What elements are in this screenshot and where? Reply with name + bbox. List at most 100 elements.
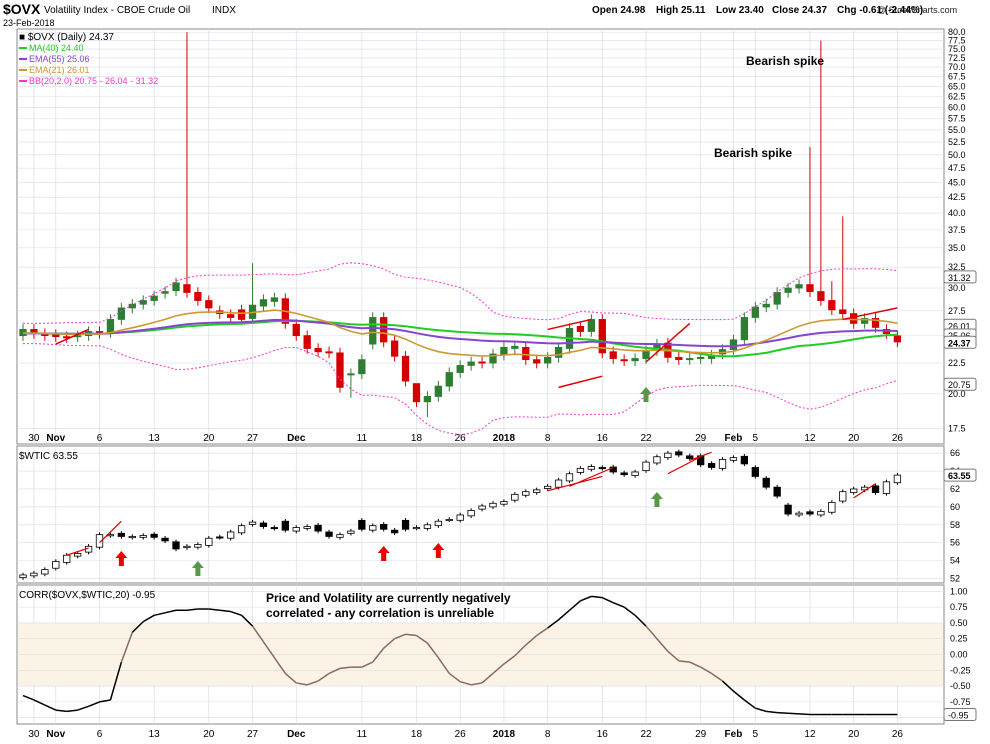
ovx-candle — [237, 309, 246, 320]
x-tick-label: 20 — [848, 433, 860, 444]
wtic-candle — [653, 456, 661, 464]
ovx-candle — [533, 359, 541, 364]
x-tick-label: 13 — [149, 729, 161, 740]
ovx-candle — [773, 292, 781, 305]
x-tick-label: 20 — [848, 729, 860, 740]
x-tick-label: 12 — [804, 433, 816, 444]
wtic-candle — [325, 531, 333, 537]
y-tick-label: 0.75 — [950, 602, 968, 612]
y-tick-label: 35.0 — [948, 243, 966, 253]
wtic-candle — [565, 473, 574, 482]
ohlc-low: Low 23.40 — [716, 5, 764, 16]
x-tick-label: 5 — [753, 433, 759, 444]
legend-entry: BB(20,2.0) 20.75 - 26.04 - 31.32 — [29, 76, 158, 86]
y-tick-label: 22.5 — [948, 358, 966, 368]
x-tick-label: Dec — [287, 729, 306, 740]
wtic-candle — [543, 485, 552, 489]
ovx-candle — [839, 309, 847, 315]
price-panel-frame — [16, 28, 945, 445]
wtic-candle — [522, 491, 530, 496]
y-tick-label: 42.5 — [948, 192, 966, 202]
ovx-candle — [500, 346, 508, 356]
corr-line-segment — [788, 712, 800, 715]
ovx-candle — [828, 300, 836, 311]
ovx-candle — [270, 297, 279, 302]
wtic-candle — [19, 574, 27, 579]
y-tick-label: 52.5 — [948, 137, 966, 147]
annotation-bearish-spike: Bearish spike — [746, 54, 824, 68]
y-tick-label: 0.50 — [950, 618, 968, 628]
x-tick-label: 20 — [203, 729, 215, 740]
ovx-candle — [292, 323, 300, 337]
wtic-candle — [795, 512, 803, 516]
ovx-candle — [358, 359, 366, 375]
y-tick-label: 47.5 — [948, 163, 966, 173]
x-tick-label: 6 — [97, 433, 103, 444]
y-tick-label: 65.0 — [948, 81, 966, 91]
y-tick-label: 17.5 — [948, 424, 966, 434]
ovx-candle — [609, 351, 617, 359]
wtic-panel-frame — [16, 445, 945, 584]
wtic-candle — [303, 526, 311, 529]
corr-line-segment — [777, 711, 789, 715]
corr-title: CORR($OVX,$WTIC,20) -0.95 — [19, 590, 156, 601]
ovx-candle — [522, 346, 530, 361]
y-tick-label: 60.0 — [948, 102, 966, 112]
legend-entry: EMA(55) 25.06 — [29, 54, 90, 64]
y-tick-label: 62 — [950, 484, 960, 494]
ovx-candle — [380, 317, 388, 343]
wtic-candle — [806, 511, 814, 515]
x-tick-label: 27 — [247, 729, 259, 740]
y-tick-label: 57.5 — [948, 113, 966, 123]
corr-line-segment — [798, 713, 811, 716]
y-tick-label: 52 — [950, 574, 960, 584]
wtic-candle — [631, 471, 639, 476]
exchange-label: INDX — [212, 5, 236, 16]
x-tick-label: 27 — [247, 433, 259, 444]
wtic-candle — [839, 491, 847, 502]
price-flag-label: -0.95 — [948, 711, 969, 721]
wtic-candle — [751, 467, 759, 477]
wtic-candle — [893, 474, 902, 484]
wtic-candle — [314, 524, 322, 532]
wtic-candle — [533, 489, 541, 493]
wtic-candle — [773, 486, 781, 497]
wtic-candle — [707, 463, 716, 468]
ovx-candle — [511, 345, 519, 349]
y-tick-label: 72.5 — [948, 53, 966, 63]
ovx-candle — [183, 284, 191, 293]
wtic-candle — [686, 455, 694, 459]
chart-date: 23-Feb-2018 — [3, 18, 55, 28]
wtic-candle — [281, 520, 289, 531]
wtic-candle — [248, 521, 257, 525]
wtic-candle — [576, 467, 585, 473]
ovx-candle — [314, 348, 322, 353]
wtic-candle — [675, 451, 683, 456]
wtic-candle — [172, 541, 180, 550]
ovx-candle — [620, 359, 628, 362]
wtic-candle — [216, 536, 224, 539]
wtic-candle — [784, 504, 792, 515]
ovx-candle — [106, 319, 115, 333]
ovx-candle — [675, 356, 683, 361]
wtic-candle — [554, 479, 563, 488]
ovx-candle — [205, 300, 213, 309]
ovx-candle — [817, 291, 825, 301]
y-tick-label: 30.0 — [948, 283, 966, 293]
x-tick-label: 29 — [695, 729, 707, 740]
ovx-candle — [686, 358, 694, 361]
y-tick-label: -0.75 — [950, 697, 971, 707]
x-tick-label: 2018 — [493, 729, 516, 740]
x-tick-label: 26 — [455, 729, 467, 740]
ovx-candle — [336, 352, 344, 388]
x-tick-label: 8 — [545, 729, 551, 740]
y-tick-label: 1.00 — [950, 586, 968, 596]
wtic-candle — [423, 524, 432, 529]
y-tick-label: 70.0 — [948, 62, 966, 72]
wtic-candle — [194, 544, 202, 548]
ovx-candle — [893, 335, 902, 343]
x-tick-label: 13 — [149, 433, 161, 444]
x-tick-label: Feb — [725, 729, 743, 740]
ovx-candle — [806, 284, 814, 292]
y-tick-label: 54 — [950, 556, 960, 566]
